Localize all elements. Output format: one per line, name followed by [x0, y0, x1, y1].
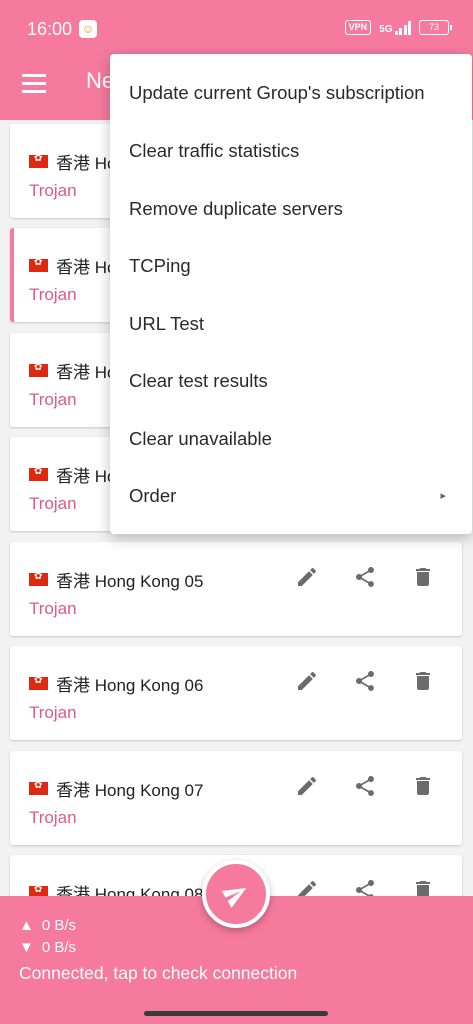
hong-kong-flag-icon: [29, 780, 48, 795]
menu-item-url-test[interactable]: URL Test: [110, 295, 472, 353]
upload-arrow-icon: ▲: [19, 917, 34, 934]
server-actions: [286, 556, 444, 598]
server-name: 香港 Hong Kong 07: [56, 781, 204, 800]
overflow-menu: Update current Group's subscription Clea…: [110, 54, 472, 534]
server-name: 香港 Hong Kong 05: [56, 572, 204, 591]
menu-item-order[interactable]: Order ▸: [110, 467, 472, 525]
hong-kong-flag-icon: [29, 362, 48, 377]
hong-kong-flag-icon: [29, 466, 48, 481]
share-icon[interactable]: [344, 765, 386, 807]
vpn-icon: VPN: [344, 20, 372, 35]
menu-item-update-subscription[interactable]: Update current Group's subscription: [110, 64, 472, 122]
server-type: Trojan: [29, 390, 77, 409]
server-card[interactable]: 香港 Hong Kong 07 Trojan: [10, 751, 462, 845]
status-bar: 16:00 ☺ VPN 5G 73: [0, 0, 473, 58]
server-type: Trojan: [29, 494, 77, 513]
battery-icon: 73: [419, 20, 452, 35]
connection-status[interactable]: Connected, tap to check connection: [19, 963, 297, 984]
server-name: 香港 Hong Kong 06: [56, 676, 204, 695]
server-type: Trojan: [29, 181, 77, 200]
send-icon: [221, 888, 247, 908]
upload-speed: ▲ 0 B/s: [19, 917, 76, 934]
menu-item-clear-traffic[interactable]: Clear traffic statistics: [110, 122, 472, 180]
app-notification-icon: ☺: [79, 20, 97, 38]
server-actions: [286, 765, 444, 807]
hong-kong-flag-icon: [29, 571, 48, 586]
server-type: Trojan: [29, 599, 77, 618]
hong-kong-flag-icon: [29, 257, 48, 272]
edit-icon[interactable]: [286, 556, 328, 598]
delete-icon[interactable]: [402, 660, 444, 702]
menu-item-tcping[interactable]: TCPing: [110, 237, 472, 295]
chevron-right-icon: ▸: [440, 490, 446, 502]
battery-level: 73: [428, 22, 439, 32]
download-speed: ▼ 0 B/s: [19, 939, 76, 956]
menu-item-order-label: Order: [129, 485, 177, 506]
share-icon[interactable]: [344, 556, 386, 598]
server-actions: [286, 660, 444, 702]
menu-item-clear-test-results[interactable]: Clear test results: [110, 352, 472, 410]
download-speed-value: 0 B/s: [41, 939, 77, 956]
server-type: Trojan: [29, 808, 77, 827]
delete-icon[interactable]: [402, 556, 444, 598]
connect-fab-button[interactable]: [202, 860, 270, 928]
hamburger-icon[interactable]: [22, 74, 46, 94]
server-name-row: 香港 Hong Kong 07: [29, 776, 203, 801]
server-card[interactable]: 香港 Hong Kong 06 Trojan: [10, 646, 462, 740]
edit-icon[interactable]: [286, 765, 328, 807]
server-card[interactable]: 香港 Hong Kong 05 Trojan: [10, 542, 462, 636]
server-name-row: 香港 Hong Kong 05: [29, 567, 203, 592]
status-right: VPN 5G 73: [344, 20, 452, 35]
server-type: Trojan: [29, 285, 77, 304]
menu-item-clear-unavailable[interactable]: Clear unavailable: [110, 410, 472, 468]
hong-kong-flag-icon: [29, 675, 48, 690]
menu-item-remove-duplicates[interactable]: Remove duplicate servers: [110, 180, 472, 238]
server-type: Trojan: [29, 703, 77, 722]
hong-kong-flag-icon: [29, 153, 48, 168]
edit-icon[interactable]: [286, 660, 328, 702]
download-arrow-icon: ▼: [19, 939, 34, 956]
status-time: 16:00: [27, 19, 73, 39]
share-icon[interactable]: [344, 660, 386, 702]
network-type: 5G: [379, 23, 393, 35]
delete-icon[interactable]: [402, 765, 444, 807]
home-indicator[interactable]: [144, 1011, 328, 1016]
upload-speed-value: 0 B/s: [41, 917, 77, 934]
server-name-row: 香港 Hong Kong 06: [29, 671, 203, 696]
signal-icon: 5G: [379, 20, 411, 35]
